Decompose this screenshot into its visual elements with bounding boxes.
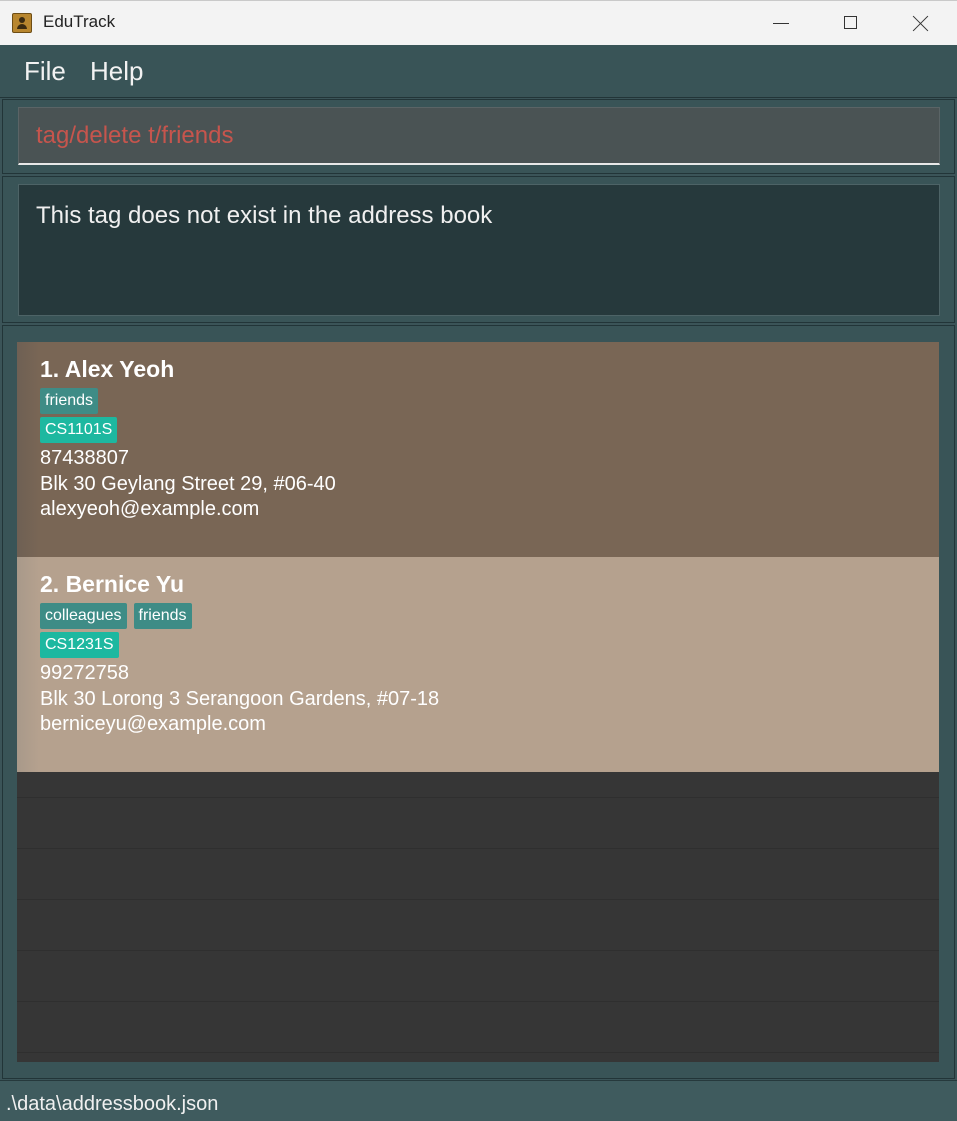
status-bar: .\data\addressbook.json — [0, 1080, 957, 1121]
result-display: This tag does not exist in the address b… — [18, 184, 940, 316]
course-badge: CS1101S — [40, 417, 118, 443]
tag-list: friends — [40, 388, 105, 414]
empty-row-divider — [17, 950, 939, 951]
person-address: Blk 30 Geylang Street 29, #06-40 — [40, 473, 336, 495]
person-name: 1. Alex Yeoh — [40, 356, 175, 382]
person-email: alexyeoh@example.com — [40, 498, 260, 520]
empty-row-divider — [17, 1001, 939, 1002]
tag-badge: friends — [133, 603, 192, 629]
person-address: Blk 30 Lorong 3 Serangoon Gardens, #07-1… — [40, 688, 440, 710]
person-email: berniceyu@example.com — [40, 713, 266, 735]
menu-file[interactable]: File — [24, 56, 66, 87]
person-card[interactable]: 2. Bernice Yu colleagues friends CS1231S … — [17, 557, 939, 772]
menu-help[interactable]: Help — [90, 56, 143, 87]
maximize-icon — [844, 16, 857, 29]
minimize-icon — [773, 23, 789, 24]
command-input[interactable]: tag/delete t/friends — [18, 107, 940, 165]
empty-row-divider — [17, 848, 939, 849]
window-title: EduTrack — [43, 12, 116, 31]
course-list: CS1101S — [40, 417, 124, 443]
tag-badge: colleagues — [40, 603, 127, 629]
course-list: CS1231S — [40, 632, 126, 658]
close-button[interactable] — [898, 1, 944, 46]
data-file-path: .\data\addressbook.json — [6, 1093, 219, 1115]
person-name: 2. Bernice Yu — [40, 571, 185, 597]
person-list[interactable]: 1. Alex Yeoh friends CS1101S 87438807 Bl… — [17, 342, 939, 1062]
person-phone: 87438807 — [40, 447, 129, 469]
tag-badge: friends — [40, 388, 99, 414]
app-contact-icon — [12, 13, 32, 33]
empty-row-divider — [17, 899, 939, 900]
minimize-button[interactable] — [758, 1, 804, 46]
title-bar: EduTrack — [0, 0, 957, 45]
course-badge: CS1231S — [40, 632, 119, 658]
maximize-button[interactable] — [828, 1, 874, 46]
empty-row-divider — [17, 1052, 939, 1053]
empty-row-divider — [17, 797, 939, 798]
tag-list: colleagues friends — [40, 603, 199, 629]
person-card[interactable]: 1. Alex Yeoh friends CS1101S 87438807 Bl… — [17, 342, 939, 557]
menu-bar: File Help — [0, 45, 957, 98]
person-phone: 99272758 — [40, 662, 129, 684]
